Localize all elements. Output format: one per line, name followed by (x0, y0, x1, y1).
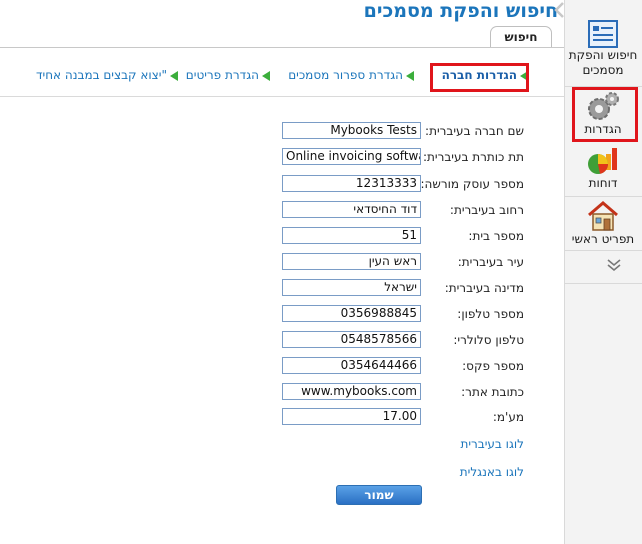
house-number-input[interactable]: 51 (282, 227, 421, 244)
double-chevron-down-icon[interactable] (606, 258, 622, 275)
subtitle-input[interactable]: Online invoicing software (282, 148, 421, 165)
pie-chart-icon (588, 148, 617, 174)
vat-input[interactable]: 17.00 (282, 408, 421, 425)
chevron-left-icon[interactable] (553, 0, 567, 20)
mobile-input[interactable]: 0548578566 (282, 331, 421, 348)
city-input[interactable]: ראש העין (282, 253, 421, 270)
sidebar-item-search-documents[interactable]: חיפוש והפקת מסמכים (564, 20, 642, 78)
company-settings-highlight (430, 63, 529, 92)
english-logo-link[interactable]: לוגו באנגלית (460, 465, 524, 479)
sidebar-divider (564, 283, 642, 284)
sidebar-item-label: חיפוש והפקת (568, 48, 638, 62)
sidebar-divider (564, 196, 642, 197)
documents-icon (588, 20, 618, 48)
header-divider (0, 47, 564, 48)
arrow-left-icon (406, 70, 414, 81)
page-title: חיפוש והפקת מסמכים (363, 0, 558, 22)
subnav-label: הגדרת ספרור מסמכים (288, 68, 403, 82)
street-input[interactable]: דוד החיסדאי (282, 201, 421, 218)
subnav-document-numbering[interactable]: הגדרת ספרור מסמכים (288, 68, 414, 82)
subnav-export-files[interactable]: "יצוא קבצים במבנה אחיד (36, 68, 178, 82)
company-name-input[interactable]: Mybooks Tests (282, 122, 421, 139)
fax-input[interactable]: 0354644466 (282, 357, 421, 374)
sidebar-item-label: דוחות (588, 176, 618, 190)
sidebar: חיפוש והפקת מסמכים הגדרות דוחות תפריט רא… (564, 0, 642, 544)
sidebar-item-label: מסמכים (582, 63, 624, 77)
subnav-label: הגדרת פריטים (185, 68, 259, 82)
phone-input[interactable]: 0356988845 (282, 305, 421, 322)
settings-highlight (572, 87, 638, 142)
sidebar-divider (564, 250, 642, 251)
sidebar-item-main-menu[interactable]: תפריט ראשי (564, 200, 642, 247)
tab-search[interactable]: חיפוש (490, 26, 552, 48)
country-input[interactable]: ישראל (282, 279, 421, 296)
arrow-left-icon (170, 70, 178, 81)
arrow-left-icon (262, 70, 270, 81)
sidebar-item-label: תפריט ראשי (571, 232, 635, 246)
home-icon (588, 201, 618, 231)
sidebar-item-reports[interactable]: דוחות (564, 146, 642, 191)
subnav-divider (0, 96, 564, 97)
subnav-items-settings[interactable]: הגדרת פריטים (186, 68, 270, 82)
website-input[interactable]: www.mybooks.com (282, 383, 421, 400)
dealer-number-input[interactable]: 12313333 (282, 175, 421, 192)
hebrew-logo-link[interactable]: לוגו בעיברית (460, 437, 524, 451)
subnav-label: "יצוא קבצים במבנה אחיד (35, 68, 167, 82)
save-button[interactable]: שמור (336, 485, 422, 505)
